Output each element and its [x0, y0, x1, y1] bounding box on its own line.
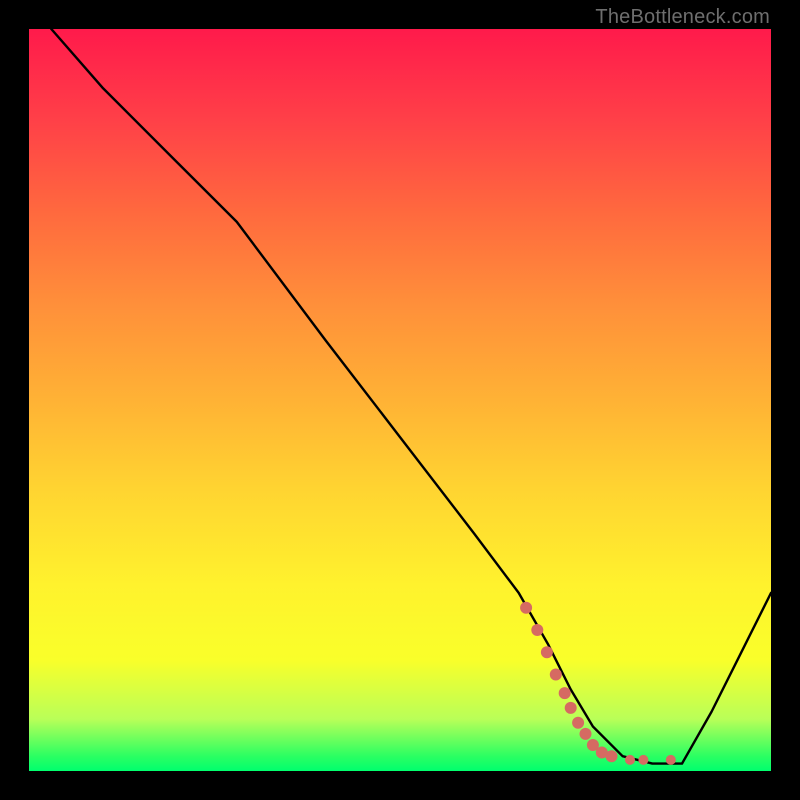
curve-marker: [559, 687, 571, 699]
curve-marker: [541, 646, 553, 658]
curve-marker: [550, 669, 562, 681]
attribution-label: TheBottleneck.com: [595, 6, 770, 29]
curve-marker: [565, 702, 577, 714]
curve-marker: [580, 728, 592, 740]
chart-svg: [29, 29, 771, 771]
bottleneck-curve-line: [51, 29, 771, 764]
curve-marker: [638, 755, 648, 765]
curve-marker: [520, 602, 532, 614]
curve-marker: [531, 624, 543, 636]
curve-marker: [606, 750, 618, 762]
bottleneck-curve-markers: [520, 602, 676, 765]
curve-marker: [572, 717, 584, 729]
curve-marker: [625, 755, 635, 765]
chart-frame: TheBottleneck.com: [0, 0, 800, 800]
curve-marker: [666, 755, 676, 765]
